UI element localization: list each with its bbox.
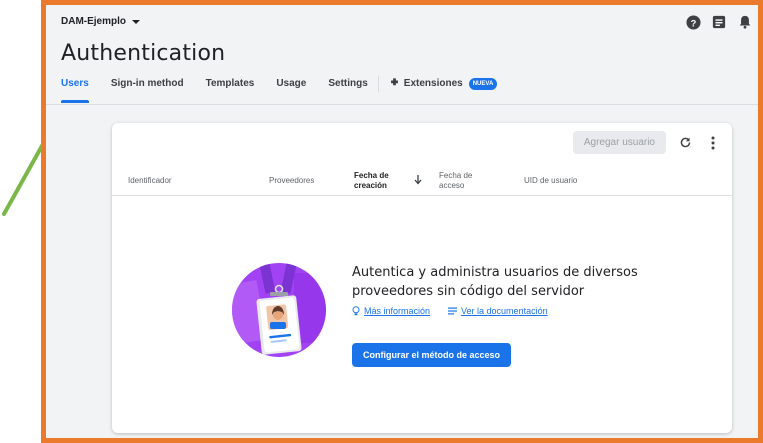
tab-extensions[interactable]: Extensiones NUEVA	[389, 77, 498, 103]
project-selector[interactable]: DAM-Ejemplo	[61, 16, 140, 27]
tab-users[interactable]: Users	[61, 77, 89, 103]
chevron-down-icon	[132, 19, 140, 24]
docs-label: Ver la documentación	[461, 306, 548, 316]
more-vert-icon[interactable]	[704, 134, 722, 152]
refresh-icon[interactable]	[676, 134, 694, 152]
svg-text:?: ?	[690, 18, 696, 28]
docs-link[interactable]: Ver la documentación	[448, 306, 548, 316]
tab-settings[interactable]: Settings	[328, 77, 367, 103]
tab-usage[interactable]: Usage	[276, 77, 306, 103]
project-name: DAM-Ejemplo	[61, 16, 126, 27]
badge-illustration	[232, 263, 326, 357]
new-badge: NUEVA	[468, 78, 498, 90]
empty-state-message: Autentica y administra usuarios de diver…	[352, 265, 638, 299]
page-title: Authentication	[61, 41, 226, 66]
notifications-icon[interactable]	[737, 14, 753, 30]
empty-state-links: Más información Ver la documentación	[352, 306, 548, 316]
more-info-label: Más información	[364, 306, 431, 316]
console-header: DAM-Ejemplo ? Authentication Users Sign-…	[46, 5, 758, 105]
users-card: Agregar usuario Identificador Proveedore…	[112, 123, 732, 433]
tab-sign-in-method[interactable]: Sign-in method	[111, 77, 184, 103]
tab-divider	[377, 76, 379, 92]
top-icons: ?	[685, 14, 753, 30]
column-created[interactable]: Fecha de creación	[354, 171, 402, 191]
extension-icon	[390, 78, 398, 86]
more-info-link[interactable]: Más información	[352, 306, 430, 316]
configure-sign-in-button[interactable]: Configurar el método de acceso	[352, 343, 512, 367]
card-toolbar: Agregar usuario	[572, 131, 722, 154]
tab-templates[interactable]: Templates	[206, 77, 255, 103]
help-icon[interactable]: ?	[685, 14, 701, 30]
column-uid[interactable]: UID de usuario	[524, 176, 577, 186]
sort-down-icon[interactable]	[414, 175, 422, 185]
screenshot-stage: DAM-Ejemplo ? Authentication Users Sign-…	[0, 0, 763, 443]
tab-bar: Users Sign-in method Templates Usage Set…	[61, 76, 758, 105]
column-identifier[interactable]: Identificador	[128, 176, 172, 186]
add-user-button[interactable]: Agregar usuario	[572, 131, 666, 154]
feedback-icon[interactable]	[711, 14, 727, 30]
tab-extensions-label: Extensiones	[403, 78, 463, 89]
column-accessed[interactable]: Fecha de acceso	[439, 171, 479, 191]
docs-icon	[448, 307, 458, 315]
column-providers[interactable]: Proveedores	[269, 176, 314, 186]
header-divider	[112, 195, 732, 196]
lightbulb-icon	[352, 306, 360, 316]
highlight-frame: DAM-Ejemplo ? Authentication Users Sign-…	[41, 0, 763, 443]
